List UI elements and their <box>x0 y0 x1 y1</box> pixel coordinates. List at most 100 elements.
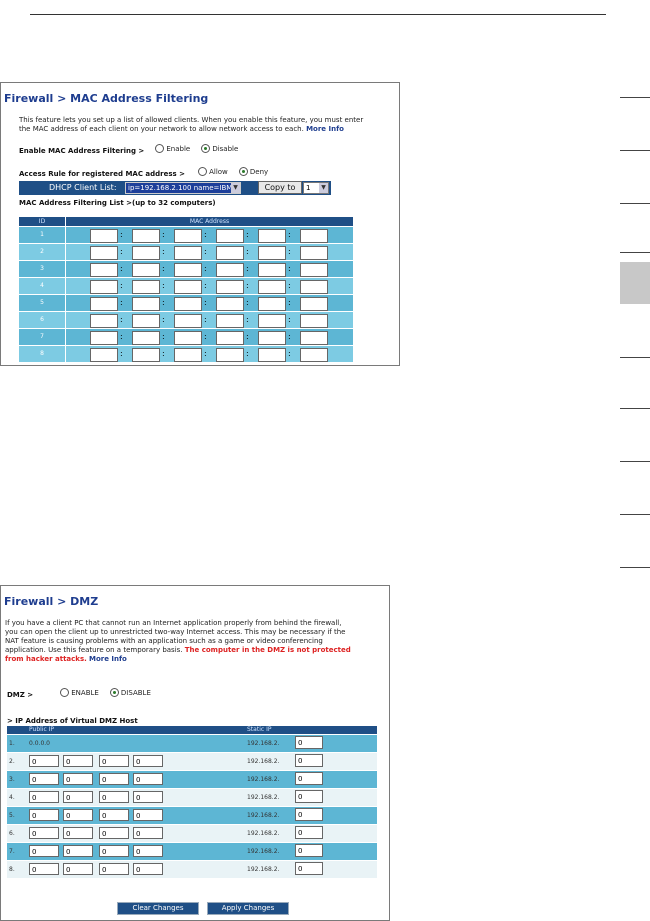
static-ip-input[interactable]: 0 <box>295 826 323 839</box>
mac-octet-input[interactable] <box>90 263 118 277</box>
mac-octet-input[interactable] <box>300 280 328 294</box>
more-info-link[interactable]: More Info <box>306 125 344 133</box>
public-ip-octet-input[interactable]: 0 <box>29 827 59 839</box>
clear-changes-button[interactable]: Clear Changes <box>117 902 199 915</box>
mac-octet-input[interactable] <box>90 229 118 243</box>
public-ip-octet-input[interactable]: 0 <box>63 773 93 785</box>
mac-octet-input[interactable] <box>258 331 286 345</box>
mac-octet-input[interactable] <box>174 229 202 243</box>
mac-octet-input[interactable] <box>132 314 160 328</box>
public-ip-octet-input[interactable]: 0 <box>99 773 129 785</box>
mac-octet-input[interactable] <box>258 314 286 328</box>
mac-octet-input[interactable] <box>216 263 244 277</box>
public-ip-octet-input[interactable]: 0 <box>133 791 163 803</box>
mac-octet-input[interactable] <box>216 280 244 294</box>
public-ip-octet-input[interactable]: 0 <box>29 755 59 767</box>
static-ip-input[interactable]: 0 <box>295 862 323 875</box>
mac-octet-input[interactable] <box>90 246 118 260</box>
dmz-disable-radio[interactable] <box>109 688 119 697</box>
mac-octet-input[interactable] <box>258 229 286 243</box>
mac-octet-input[interactable] <box>216 348 244 362</box>
public-ip-octet-input[interactable]: 0 <box>29 845 59 857</box>
mac-octet-input[interactable] <box>216 297 244 311</box>
mac-octet-input[interactable] <box>90 348 118 362</box>
public-ip-octet-input[interactable]: 0 <box>63 863 93 875</box>
mac-octet-input[interactable] <box>90 331 118 345</box>
public-ip-octet-input[interactable]: 0 <box>29 809 59 821</box>
public-ip-octet-input[interactable]: 0 <box>99 755 129 767</box>
mac-octet-input[interactable] <box>216 246 244 260</box>
mac-octet-input[interactable] <box>300 314 328 328</box>
mac-octet-input[interactable] <box>258 348 286 362</box>
mac-octet-input[interactable] <box>132 280 160 294</box>
static-ip-input[interactable]: 0 <box>295 844 323 857</box>
mac-octet-input[interactable] <box>132 331 160 345</box>
public-ip-octet-input[interactable]: 0 <box>99 809 129 821</box>
mac-octet-input[interactable] <box>174 314 202 328</box>
public-ip-octet-input[interactable]: 0 <box>63 791 93 803</box>
mac-octet-input[interactable] <box>174 297 202 311</box>
mac-octet-input[interactable] <box>174 280 202 294</box>
static-ip-input[interactable]: 0 <box>295 790 323 803</box>
mac-octet-input[interactable] <box>300 229 328 243</box>
more-info-link[interactable]: More Info <box>89 655 127 663</box>
mac-octet-input[interactable] <box>174 348 202 362</box>
section-tab-active <box>620 262 650 304</box>
mac-octet-input[interactable] <box>258 280 286 294</box>
static-ip-input[interactable]: 0 <box>295 736 323 749</box>
mac-octet-input[interactable] <box>300 246 328 260</box>
mac-octet-input[interactable] <box>90 280 118 294</box>
copy-to-button[interactable]: Copy to <box>258 181 302 194</box>
public-ip-octet-input[interactable]: 0 <box>133 863 163 875</box>
mac-octet-input[interactable] <box>132 348 160 362</box>
public-ip-octet-input[interactable]: 0 <box>133 827 163 839</box>
deny-radio[interactable] <box>238 167 248 176</box>
mac-octet-input[interactable] <box>258 263 286 277</box>
disable-radio-label: Disable <box>212 144 239 153</box>
mac-octet-input[interactable] <box>258 297 286 311</box>
dmz-enable-radio[interactable] <box>60 688 70 697</box>
public-ip-octet-input[interactable]: 0 <box>133 809 163 821</box>
copy-index-select[interactable]: 1 ▼ <box>303 182 329 194</box>
static-ip-input[interactable]: 0 <box>295 772 323 785</box>
public-ip-octet-input[interactable]: 0 <box>99 863 129 875</box>
public-ip-octet-input[interactable]: 0 <box>63 827 93 839</box>
mac-octet-input[interactable] <box>132 297 160 311</box>
public-ip-octet-input[interactable]: 0 <box>133 755 163 767</box>
public-ip-octet-input[interactable]: 0 <box>99 827 129 839</box>
public-ip-octet-input[interactable]: 0 <box>133 773 163 785</box>
mac-octet-input[interactable] <box>90 297 118 311</box>
mac-octet-input[interactable] <box>174 246 202 260</box>
public-ip-octet-input[interactable]: 0 <box>63 755 93 767</box>
public-ip-octet-input[interactable]: 0 <box>63 845 93 857</box>
public-ip-octet-input[interactable]: 0 <box>29 863 59 875</box>
public-ip-octet-input[interactable]: 0 <box>99 791 129 803</box>
row-id: 7 <box>19 329 65 345</box>
public-ip-octet-input[interactable]: 0 <box>29 791 59 803</box>
mac-octet-input[interactable] <box>132 229 160 243</box>
mac-octet-input[interactable] <box>216 331 244 345</box>
mac-octet-input[interactable] <box>258 246 286 260</box>
dhcp-client-select[interactable]: ip=192.168.2.100 name=IBMM2 ▼ <box>125 182 241 194</box>
mac-octet-input[interactable] <box>216 314 244 328</box>
public-ip-octet-input[interactable]: 0 <box>29 773 59 785</box>
mac-octet-input[interactable] <box>132 263 160 277</box>
public-ip-octet-input[interactable]: 0 <box>63 809 93 821</box>
disable-radio[interactable] <box>201 144 211 153</box>
mac-octet-input[interactable] <box>216 229 244 243</box>
mac-octet-input[interactable] <box>300 348 328 362</box>
public-ip-octet-input[interactable]: 0 <box>133 845 163 857</box>
apply-changes-button[interactable]: Apply Changes <box>207 902 289 915</box>
mac-octet-input[interactable] <box>132 246 160 260</box>
static-ip-input[interactable]: 0 <box>295 754 323 767</box>
allow-radio[interactable] <box>198 167 208 176</box>
static-ip-input[interactable]: 0 <box>295 808 323 821</box>
enable-radio[interactable] <box>155 144 165 153</box>
mac-octet-input[interactable] <box>174 263 202 277</box>
mac-octet-input[interactable] <box>300 297 328 311</box>
mac-octet-input[interactable] <box>174 331 202 345</box>
public-ip-octet-input[interactable]: 0 <box>99 845 129 857</box>
mac-octet-input[interactable] <box>300 331 328 345</box>
mac-octet-input[interactable] <box>90 314 118 328</box>
mac-octet-input[interactable] <box>300 263 328 277</box>
